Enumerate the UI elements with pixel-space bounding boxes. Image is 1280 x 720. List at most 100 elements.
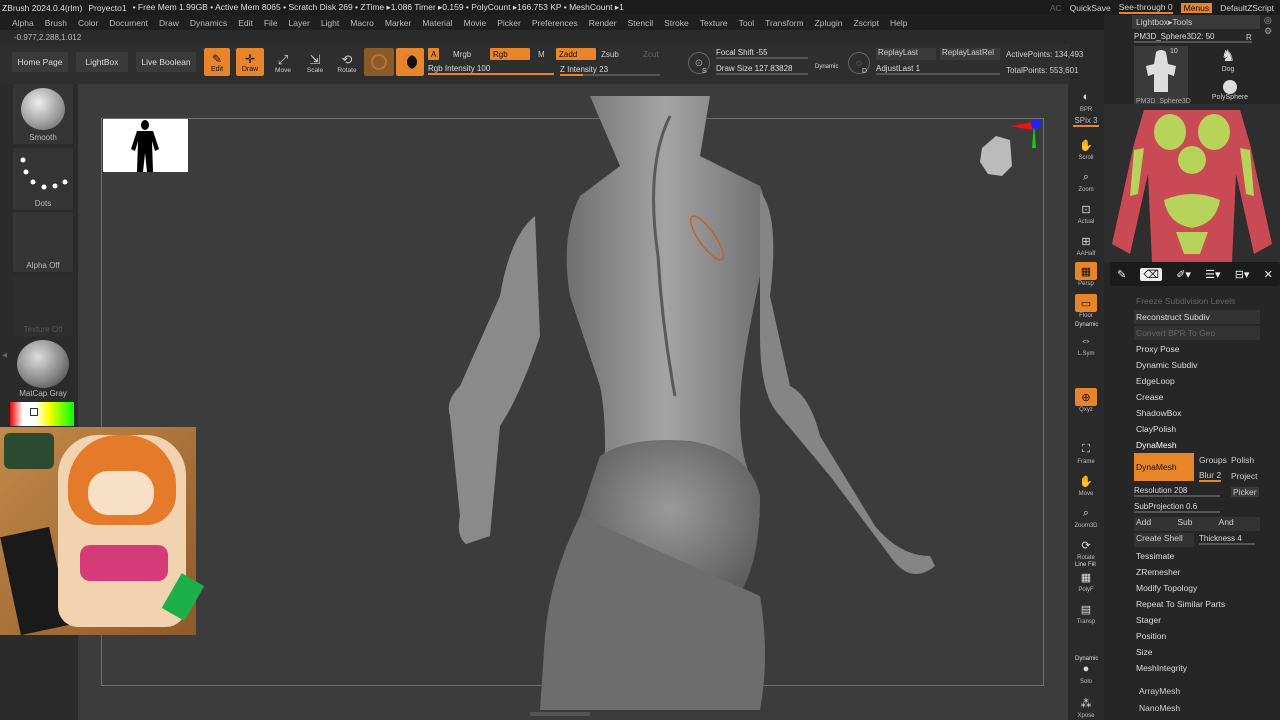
tool-item-crease[interactable]: Crease [1134,390,1260,404]
and-button[interactable]: And [1219,517,1260,531]
menu-icon[interactable]: ☰▾ [1205,268,1220,281]
menu-item-tool[interactable]: Tool [739,18,755,28]
subprojection-slider[interactable]: SubProjection 0.6 [1134,501,1220,513]
menu-item-file[interactable]: File [264,18,278,28]
menu-item-brush[interactable]: Brush [45,18,67,28]
menu-item-macro[interactable]: Macro [350,18,374,28]
blur-slider[interactable]: Blur 2 [1199,470,1222,482]
tool-item-dynamic-subdiv[interactable]: Dynamic Subdiv [1134,358,1260,372]
menu-item-draw[interactable]: Draw [159,18,179,28]
zsub-toggle[interactable]: Zsub [598,48,622,60]
solo-button[interactable]: ● Solo [1073,660,1099,685]
move-button[interactable]: ⤢ Move [270,50,296,76]
zadd-toggle[interactable]: Zadd [556,48,596,60]
bpr-button[interactable]: ◐ BPR [1073,88,1099,113]
frame-button[interactable]: ⛶ Frame [1073,440,1099,466]
tool-item-meshintegrity[interactable]: MeshIntegrity [1134,661,1260,675]
tool-item-reconstruct-subdiv[interactable]: Reconstruct Subdiv [1134,310,1260,324]
nanomesh-header[interactable]: NanoMesh [1139,703,1180,713]
focal-shift-slider[interactable]: Focal Shift -55 [716,47,808,59]
scroll-button[interactable]: ✋ Scroll [1073,136,1099,162]
tool-item-repeat-to-similar-parts[interactable]: Repeat To Similar Parts [1134,597,1260,611]
home-page-tab[interactable]: Home Page [12,52,68,72]
arraymesh-header[interactable]: ArrayMesh [1139,686,1180,696]
ac-label[interactable]: AC [1050,3,1062,13]
zoom3d-button[interactable]: ⌕ Zoom3D [1073,504,1099,530]
menu-item-document[interactable]: Document [109,18,148,28]
zcut-toggle[interactable]: Zcut [640,48,662,60]
panel-controls-icon[interactable]: ◎ ⚙ [1264,15,1278,36]
menu-item-dynamics[interactable]: Dynamics [190,18,227,28]
floor-button[interactable]: ▭ Floor [1073,294,1099,319]
eraser-icon[interactable]: ⌫ [1140,267,1163,281]
tool-item-tessimate[interactable]: Tessimate [1134,549,1260,563]
menu-item-light[interactable]: Light [321,18,339,28]
stroke-slot[interactable]: Dots [13,148,73,210]
tool-item-zremesher[interactable]: ZRemesher [1134,565,1260,579]
color-picker[interactable] [10,402,74,426]
tool-thumb-dog[interactable]: ♞ Dog [1206,46,1250,76]
rotate-button[interactable]: ⟲ Rotate [334,50,360,76]
actual-button[interactable]: ⊡ Actual [1073,200,1099,226]
sub-button[interactable]: Sub [1177,517,1218,531]
tool-item-size[interactable]: Size [1134,645,1260,659]
navigation-gizmo[interactable] [974,118,1044,198]
tool-thumb-active[interactable]: 10 PM3D_Sphere3D [1134,46,1191,105]
aahalf-button[interactable]: ⊞ AAHalf [1073,232,1099,258]
menu-item-transform[interactable]: Transform [765,18,803,28]
live-boolean-tab[interactable]: Live Boolean [136,52,196,72]
zoom-button[interactable]: ⌕ Zoom [1073,168,1099,194]
menu-item-color[interactable]: Color [78,18,98,28]
tool-item-convert-bpr-to-geo[interactable]: Convert BPR To Geo [1134,326,1260,340]
spix-slider[interactable]: SPix 3 [1073,116,1099,127]
menu-item-stencil[interactable]: Stencil [628,18,654,28]
tool-item-claypolish[interactable]: ClayPolish [1134,422,1260,436]
menus-toggle[interactable]: Menus [1180,2,1213,13]
tool-item-stager[interactable]: Stager [1134,613,1260,627]
tool-item-modify-topology[interactable]: Modify Topology [1134,581,1260,595]
edit-button[interactable]: ✎ Edit [204,48,230,76]
tool-item-edgeloop[interactable]: EdgeLoop [1134,374,1260,388]
add-button[interactable]: Add [1134,517,1177,531]
draw-size-slider[interactable]: Draw Size 127.83828 [716,63,808,75]
brush-slot[interactable]: Smooth [13,84,73,144]
menu-item-material[interactable]: Material [422,18,452,28]
current-tool-slider[interactable]: PM3D_Sphere3D2: 50 [1134,31,1252,43]
m-toggle[interactable]: M [535,48,548,60]
polyf-button[interactable]: ▦ PolyF [1073,568,1099,594]
transp-button[interactable]: ▤ Transp [1073,600,1099,626]
persp-button[interactable]: ▦ Persp [1073,262,1099,287]
menu-item-render[interactable]: Render [589,18,617,28]
lightbox-tab[interactable]: LightBox [76,52,128,72]
thickness-slider[interactable]: Thickness 4 [1199,533,1255,545]
menu-item-stroke[interactable]: Stroke [664,18,689,28]
texture-slot[interactable]: Texture Off [13,276,73,336]
menu-item-picker[interactable]: Picker [497,18,521,28]
dynamic-toggle[interactable]: Dynamic [815,64,838,70]
quicksave-button[interactable]: QuickSave [1070,3,1111,13]
replaylastrel-button[interactable]: ReplayLastRel [940,48,1000,60]
a-toggle[interactable]: A [428,48,440,60]
tool-item-freeze-subdivision-levels[interactable]: Freeze Subdivision Levels [1134,294,1260,308]
resolution-slider[interactable]: Resolution 208 [1134,485,1220,497]
tool-item-dynamesh[interactable]: DynaMesh [1134,438,1260,452]
xpose-button[interactable]: ⁂ Xpose [1073,694,1099,720]
bottom-scroll-handle[interactable] [530,712,590,716]
menu-item-zplugin[interactable]: Zplugin [815,18,843,28]
lsym-button[interactable]: ⇔ L.Sym [1073,332,1099,357]
move-view-button[interactable]: ✋ Move [1073,472,1099,498]
dynamesh-button[interactable]: DynaMesh [1134,453,1194,481]
tool-item-position[interactable]: Position [1134,629,1260,643]
close-icon[interactable]: ✕ [1264,268,1273,281]
menu-item-alpha[interactable]: Alpha [12,18,34,28]
draw-button[interactable]: ✛ Draw [236,48,264,76]
menu-item-layer[interactable]: Layer [289,18,310,28]
material-slot[interactable]: MatCap Gray [13,338,73,400]
menu-item-preferences[interactable]: Preferences [532,18,578,28]
layout-icon[interactable]: ⊟▾ [1235,268,1250,281]
menu-item-zscript[interactable]: Zscript [853,18,879,28]
menu-item-help[interactable]: Help [890,18,907,28]
create-shell-button[interactable]: Create Shell [1134,533,1194,547]
menu-item-marker[interactable]: Marker [385,18,411,28]
script-label[interactable]: DefaultZScript [1220,3,1274,13]
